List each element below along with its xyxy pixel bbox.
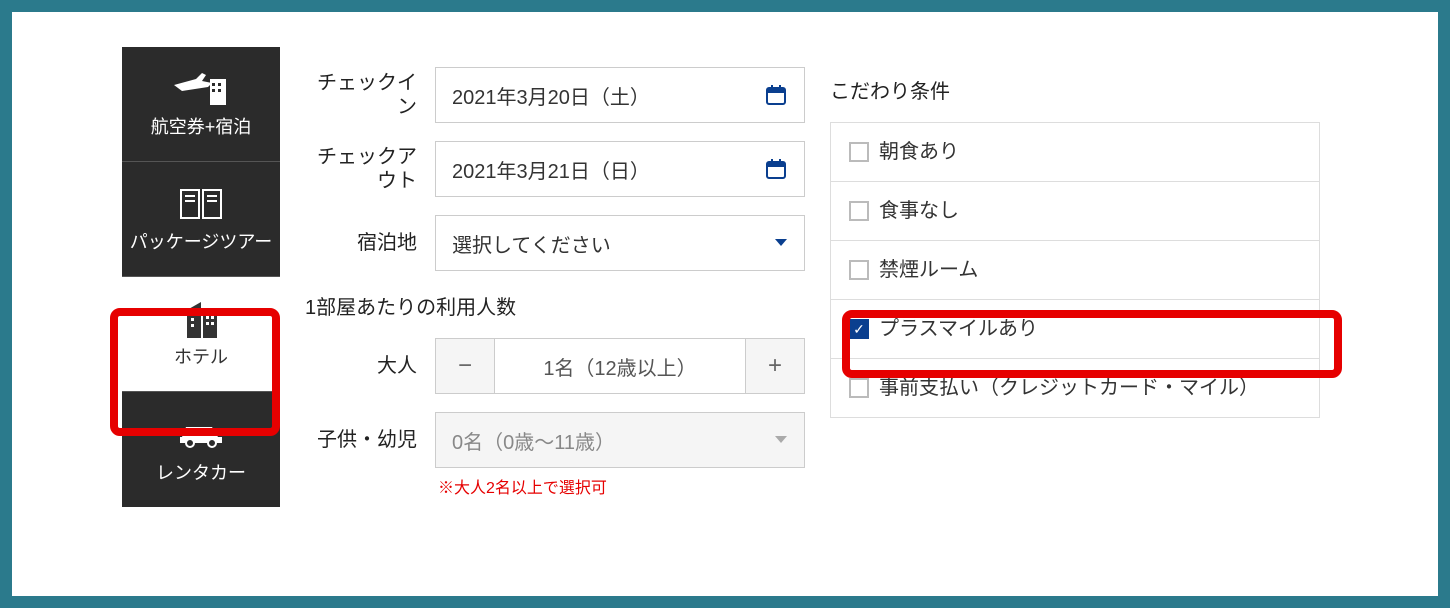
car-icon [176,415,226,455]
sidebar-label: ホテル [174,347,228,369]
checkin-row: チェックイン 2021年3月20日（土） [305,67,805,123]
filter-breakfast[interactable]: 朝食あり [831,123,1319,182]
filter-plus-mile[interactable]: ✓ プラスマイルあり [831,300,1319,359]
sidebar: 航空券+宿泊 パッケージツアー [122,47,280,507]
filter-label: 事前支払い（クレジットカード・マイル） [879,375,1259,401]
chevron-down-icon [774,238,788,248]
check-icon: ✓ [853,321,865,338]
adult-plus-button[interactable]: + [745,338,805,394]
checkout-row: チェックアウト 2021年3月21日（日） [305,141,805,197]
calendar-icon [764,83,788,107]
filter-panel: こだわり条件 朝食あり 食事なし 禁煙ルーム ✓ プラスマイルあり [830,47,1320,507]
destination-row: 宿泊地 選択してください [305,215,805,271]
child-row: 子供・幼児 0名（0歳～11歳） [305,412,805,468]
sidebar-item-flight-hotel[interactable]: 航空券+宿泊 [122,47,280,162]
room-occupancy-label: 1部屋あたりの利用人数 [305,291,805,320]
filter-prepay[interactable]: 事前支払い（クレジットカード・マイル） [831,359,1319,417]
building-icon [181,299,221,339]
sidebar-label: 航空券+宿泊 [151,117,252,139]
sidebar-label: パッケージツアー [130,232,273,254]
adult-stepper: − 1名（12歳以上） + [435,338,805,394]
filter-label: 朝食あり [879,139,959,165]
filter-label: プラスマイルあり [879,316,1038,342]
filters-title: こだわり条件 [830,75,1320,104]
checkbox-unchecked [849,260,869,280]
brochure-icon [177,184,225,224]
filter-list: 朝食あり 食事なし 禁煙ルーム ✓ プラスマイルあり 事前支払い（クレジットカー… [830,122,1320,418]
filter-non-smoking[interactable]: 禁煙ルーム [831,241,1319,300]
checkout-input[interactable]: 2021年3月21日（日） [435,141,805,197]
page-root: 航空券+宿泊 パッケージツアー [12,12,1438,596]
content-area: 航空券+宿泊 パッケージツアー [22,22,1428,507]
destination-select[interactable]: 選択してください [435,215,805,271]
plane-building-icon [172,69,230,109]
adult-minus-button[interactable]: − [435,338,495,394]
destination-placeholder: 選択してください [452,229,611,258]
filter-label: 食事なし [879,198,959,224]
search-form: チェックイン 2021年3月20日（土） チェックアウト 2021年3月21日（… [305,47,805,507]
adult-value: 1名（12歳以上） [495,338,745,394]
filter-label: 禁煙ルーム [879,257,978,283]
sidebar-item-package-tour[interactable]: パッケージツアー [122,162,280,277]
checkout-label: チェックアウト [305,145,435,193]
child-label: 子供・幼児 [305,428,435,452]
chevron-down-icon [774,435,788,445]
checkout-value: 2021年3月21日（日） [452,155,650,184]
sidebar-label: レンタカー [156,463,246,485]
checkin-value: 2021年3月20日（土） [452,81,650,110]
checkbox-checked: ✓ [849,319,869,339]
child-select[interactable]: 0名（0歳～11歳） [435,412,805,468]
destination-label: 宿泊地 [305,231,435,255]
checkin-label: チェックイン [305,71,435,119]
sidebar-item-rental-car[interactable]: レンタカー [122,392,280,507]
checkbox-unchecked [849,378,869,398]
child-value: 0名（0歳～11歳） [452,426,615,455]
child-note: ※大人2名以上で選択可 [438,474,805,498]
adult-label: 大人 [305,354,435,378]
calendar-icon [764,157,788,181]
filter-no-meal[interactable]: 食事なし [831,182,1319,241]
checkbox-unchecked [849,142,869,162]
sidebar-item-hotel[interactable]: ホテル [122,277,280,392]
checkbox-unchecked [849,201,869,221]
adult-row: 大人 − 1名（12歳以上） + [305,338,805,394]
checkin-input[interactable]: 2021年3月20日（土） [435,67,805,123]
